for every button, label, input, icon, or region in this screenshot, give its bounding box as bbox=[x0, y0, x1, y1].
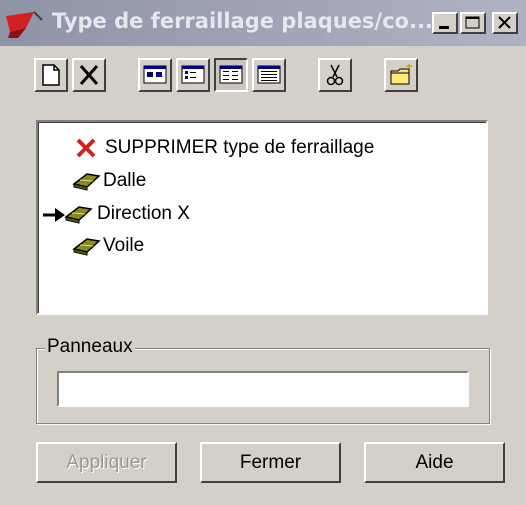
details-view-button[interactable] bbox=[252, 58, 286, 92]
scissors-icon bbox=[326, 64, 344, 86]
maximize-button[interactable] bbox=[460, 12, 486, 34]
large-icons-button[interactable] bbox=[138, 58, 172, 92]
folder-new-icon bbox=[390, 64, 412, 85]
plate-icon bbox=[72, 173, 101, 191]
red-x-icon bbox=[76, 138, 96, 158]
window-title: Type de ferraillage plaques/co... bbox=[52, 9, 433, 33]
delete-button[interactable] bbox=[72, 58, 106, 92]
cut-button[interactable] bbox=[318, 58, 352, 92]
panneaux-legend: Panneaux bbox=[45, 336, 135, 358]
app-icon bbox=[6, 11, 43, 38]
small-icons-view-icon bbox=[181, 65, 205, 84]
new-button[interactable] bbox=[34, 58, 68, 92]
list-view-button[interactable] bbox=[214, 58, 248, 92]
details-view-icon bbox=[257, 65, 281, 84]
large-icons-view-icon bbox=[143, 65, 167, 84]
list-item-label: Dalle bbox=[103, 170, 147, 191]
minimize-icon bbox=[439, 26, 449, 29]
list-item-label: SUPPRIMER type de ferraillage bbox=[105, 137, 375, 158]
minimize-button[interactable] bbox=[432, 12, 458, 34]
small-icons-button[interactable] bbox=[176, 58, 210, 92]
maximize-icon bbox=[465, 16, 480, 29]
ferraillage-list[interactable]: SUPPRIMER type de ferraillage Dalle Dire… bbox=[36, 120, 488, 315]
delete-x-icon bbox=[79, 65, 99, 85]
plate-icon bbox=[72, 238, 101, 256]
panneaux-group: Panneaux bbox=[36, 336, 490, 424]
close-icon bbox=[498, 16, 511, 29]
plate-icon bbox=[64, 206, 93, 224]
help-button[interactable]: Aide bbox=[364, 442, 505, 483]
close-dialog-button[interactable]: Fermer bbox=[200, 442, 341, 483]
list-item-label: Voile bbox=[103, 235, 145, 256]
apply-button[interactable]: Appliquer bbox=[36, 442, 177, 483]
list-frame: SUPPRIMER type de ferraillage Dalle Dire… bbox=[38, 122, 486, 313]
dialog-window: Type de ferraillage plaques/co... SUPPRI… bbox=[0, 0, 526, 505]
toolbar bbox=[0, 52, 526, 104]
new-document-icon bbox=[42, 64, 60, 86]
panneaux-field[interactable] bbox=[57, 371, 469, 407]
close-button[interactable] bbox=[492, 12, 518, 34]
list-item-label: Direction X bbox=[97, 203, 190, 224]
list-view-icon bbox=[219, 65, 243, 84]
open-folder-button[interactable] bbox=[384, 58, 418, 92]
title-bar[interactable]: Type de ferraillage plaques/co... bbox=[0, 0, 526, 46]
